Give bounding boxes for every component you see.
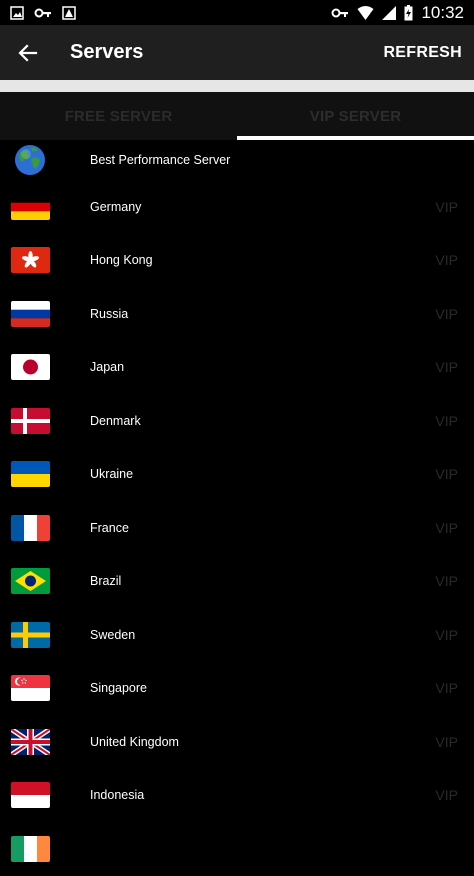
vip-badge: VIP bbox=[435, 680, 458, 697]
vip-badge: VIP bbox=[435, 466, 458, 483]
server-list: Best Performance Server Germany VIP Hong… bbox=[0, 140, 474, 876]
page-title: Servers bbox=[70, 41, 144, 63]
back-button[interactable] bbox=[0, 25, 56, 80]
server-row-germany[interactable]: Germany VIP bbox=[0, 180, 474, 234]
tab-label: FREE SERVER bbox=[64, 107, 173, 125]
vip-badge: VIP bbox=[435, 519, 458, 536]
vip-badge: VIP bbox=[435, 573, 458, 590]
server-row-indonesia[interactable]: Indonesia VIP bbox=[0, 769, 474, 823]
server-name: Hong Kong bbox=[90, 253, 153, 268]
vip-badge: VIP bbox=[435, 252, 458, 269]
server-name: Japan bbox=[90, 360, 125, 375]
status-bar: 10:32 bbox=[0, 0, 474, 25]
server-name: Brazil bbox=[90, 574, 122, 589]
server-name: Singapore bbox=[90, 681, 147, 696]
vip-badge: VIP bbox=[435, 626, 458, 643]
server-row-denmark[interactable]: Denmark VIP bbox=[0, 394, 474, 448]
vip-badge: VIP bbox=[435, 733, 458, 750]
server-row-russia[interactable]: Russia VIP bbox=[0, 287, 474, 341]
vpn-key-icon bbox=[331, 8, 349, 17]
vip-badge: VIP bbox=[435, 359, 458, 376]
japan-flag-icon bbox=[11, 354, 50, 381]
server-name: France bbox=[90, 520, 129, 535]
server-name: Best Performance Server bbox=[90, 153, 231, 167]
sweden-flag-icon bbox=[11, 621, 50, 648]
server-name: Indonesia bbox=[90, 788, 145, 803]
vip-badge: VIP bbox=[435, 787, 458, 804]
server-name: Russia bbox=[90, 306, 129, 321]
indonesia-flag-icon bbox=[11, 782, 50, 809]
image-notification-icon bbox=[10, 5, 24, 20]
denmark-flag-icon bbox=[11, 407, 50, 434]
server-row-hong-kong[interactable]: Hong Kong VIP bbox=[0, 234, 474, 288]
hong-kong-flag-icon bbox=[11, 247, 50, 274]
server-row-france[interactable]: France VIP bbox=[0, 501, 474, 555]
server-row-best-performance[interactable]: Best Performance Server bbox=[0, 140, 474, 180]
server-name: Sweden bbox=[90, 627, 136, 642]
app-bar: Servers REFRESH bbox=[0, 25, 474, 80]
globe-icon bbox=[15, 145, 45, 175]
server-tabs: FREE SERVER VIP SERVER bbox=[0, 92, 474, 140]
app-notification-icon bbox=[62, 5, 76, 20]
server-name: United Kingdom bbox=[90, 734, 179, 749]
united-kingdom-flag-icon bbox=[11, 728, 50, 755]
tab-free-server[interactable]: FREE SERVER bbox=[0, 92, 237, 140]
tab-vip-server[interactable]: VIP SERVER bbox=[237, 92, 474, 140]
battery-charging-icon bbox=[404, 4, 413, 20]
vip-badge: VIP bbox=[435, 305, 458, 322]
arrow-back-icon bbox=[18, 43, 38, 62]
vip-badge: VIP bbox=[435, 198, 458, 215]
server-row-brazil[interactable]: Brazil VIP bbox=[0, 555, 474, 609]
refresh-button[interactable]: REFRESH bbox=[371, 44, 474, 62]
status-time: 10:32 bbox=[421, 2, 464, 22]
server-name: Ukraine bbox=[90, 467, 134, 482]
germany-flag-icon bbox=[11, 193, 50, 220]
server-row-ukraine[interactable]: Ukraine VIP bbox=[0, 448, 474, 502]
wifi-icon bbox=[357, 5, 374, 20]
brazil-flag-icon bbox=[11, 568, 50, 595]
ireland-flag-icon bbox=[11, 835, 50, 862]
singapore-flag-icon bbox=[11, 675, 50, 702]
server-row-united-kingdom[interactable]: United Kingdom VIP bbox=[0, 715, 474, 769]
russia-flag-icon bbox=[11, 300, 50, 327]
server-row-partial[interactable] bbox=[0, 822, 474, 876]
server-row-singapore[interactable]: Singapore VIP bbox=[0, 662, 474, 716]
vip-badge: VIP bbox=[435, 412, 458, 429]
tab-label: VIP SERVER bbox=[309, 107, 402, 125]
server-name: Denmark bbox=[90, 413, 141, 428]
ukraine-flag-icon bbox=[11, 461, 50, 488]
vpn-key-icon bbox=[34, 8, 51, 17]
signal-icon bbox=[382, 5, 397, 20]
server-name: Germany bbox=[90, 199, 142, 214]
server-row-sweden[interactable]: Sweden VIP bbox=[0, 608, 474, 662]
server-row-japan[interactable]: Japan VIP bbox=[0, 341, 474, 395]
france-flag-icon bbox=[11, 514, 50, 541]
divider bbox=[0, 80, 474, 92]
